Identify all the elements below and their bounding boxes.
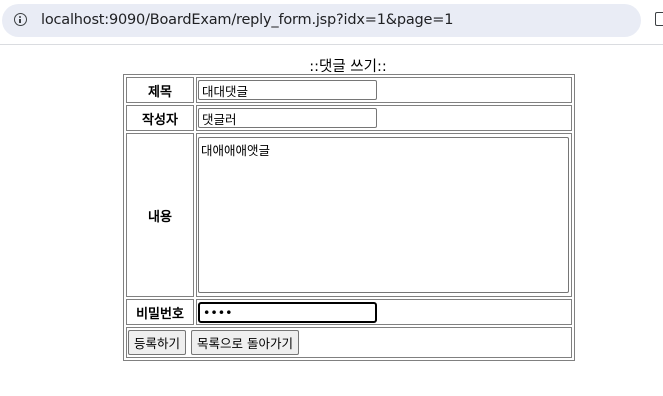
side-panel-icon[interactable] xyxy=(655,12,663,26)
submit-button[interactable]: 등록하기 xyxy=(128,330,187,355)
browser-chrome: localhost:9090/BoardExam/reply_form.jsp?… xyxy=(0,0,663,45)
button-cell: 등록하기 목록으로 돌아가기 xyxy=(126,327,572,358)
reply-form-table: 제목 작성자 내용 대애애애앳글 비밀번호 등록하기목록으로 돌아가기 xyxy=(123,74,575,361)
page-title: ::댓글 쓰기:: xyxy=(309,59,387,75)
back-to-list-button[interactable]: 목록으로 돌아가기 xyxy=(191,330,299,355)
content-textarea[interactable]: 대애애애앳글 xyxy=(198,137,569,293)
password-row: 비밀번호 xyxy=(126,299,572,325)
writer-cell xyxy=(196,105,572,131)
address-bar[interactable]: localhost:9090/BoardExam/reply_form.jsp?… xyxy=(2,4,641,37)
content-cell: 대애애애앳글 xyxy=(196,133,572,297)
content-row: 내용 대애애애앳글 xyxy=(126,133,572,297)
writer-label: 작성자 xyxy=(126,105,194,131)
password-cell xyxy=(196,299,572,325)
subject-row: 제목 xyxy=(126,77,572,103)
password-label: 비밀번호 xyxy=(126,299,194,325)
address-bar-url[interactable]: localhost:9090/BoardExam/reply_form.jsp?… xyxy=(41,12,453,28)
button-row: 등록하기 목록으로 돌아가기 xyxy=(126,327,572,358)
content-label: 내용 xyxy=(126,133,194,297)
writer-row: 작성자 xyxy=(126,105,572,131)
site-info-icon[interactable] xyxy=(14,13,27,26)
subject-input[interactable] xyxy=(198,80,377,100)
writer-input[interactable] xyxy=(198,108,377,128)
password-input[interactable] xyxy=(198,301,377,323)
subject-label: 제목 xyxy=(126,77,194,103)
subject-cell xyxy=(196,77,572,103)
